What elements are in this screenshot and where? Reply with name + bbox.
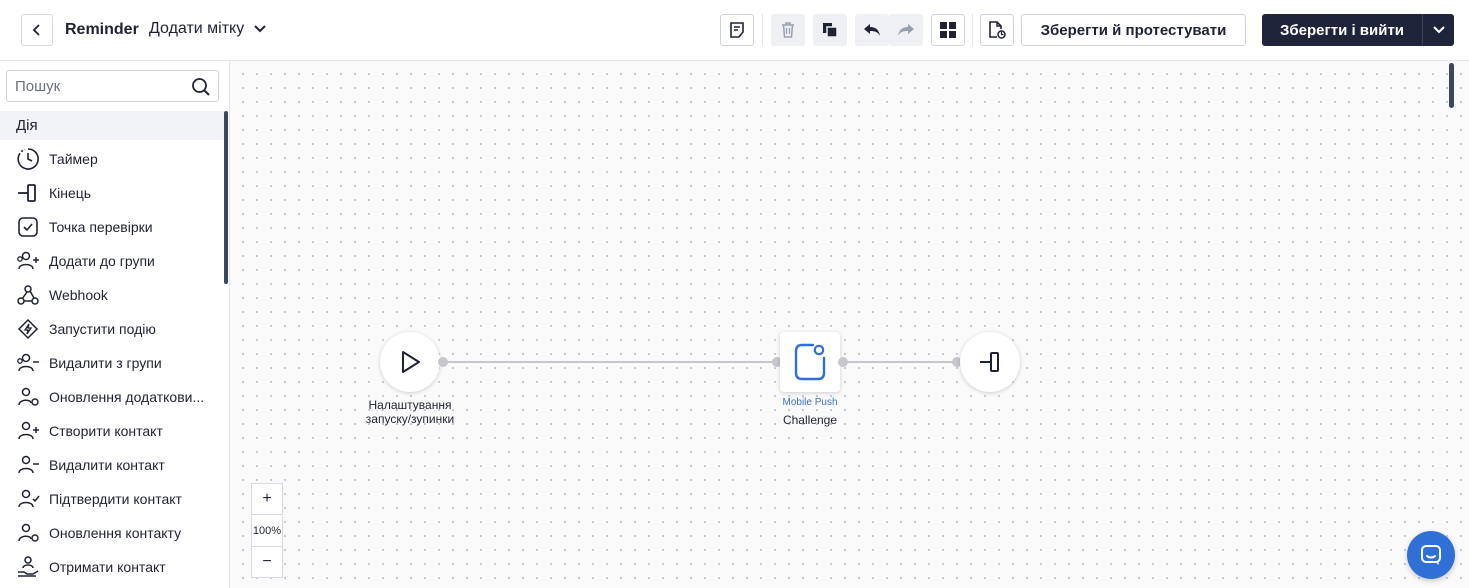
- sidebar-item-remove-from-group[interactable]: Видалити з групи: [0, 346, 222, 380]
- sidebar-item-update-contact[interactable]: Оновлення контакту: [0, 516, 222, 550]
- undo-button[interactable]: [855, 14, 889, 46]
- chat-icon: [1421, 545, 1441, 565]
- save-and-exit-label: Зберегти і вийти: [1279, 21, 1405, 39]
- redo-button[interactable]: [889, 14, 923, 46]
- zoom-out-button[interactable]: −: [251, 546, 283, 578]
- sidebar-item-delete-contact[interactable]: Видалити контакт: [0, 448, 222, 482]
- document-refresh-icon: [989, 21, 1006, 39]
- start-node-label: Налаштування запуску/зупинки: [365, 398, 455, 426]
- search-box: [6, 70, 219, 102]
- sidebar-item-label: Додати до групи: [49, 253, 155, 269]
- actions-sidebar: Дія Таймер Кінець Точка перевірки Додати…: [0, 61, 230, 588]
- zoom-in-button[interactable]: +: [251, 483, 283, 515]
- sidebar-item-label: Створити контакт: [49, 423, 163, 439]
- chat-widget-button[interactable]: [1407, 531, 1455, 579]
- notes-button[interactable]: [720, 14, 754, 46]
- add-tag-label: Додати мітку: [149, 20, 245, 37]
- copy-icon: [823, 23, 838, 38]
- search-icon[interactable]: [191, 77, 211, 97]
- create-contact-icon: [18, 421, 39, 440]
- delete-button[interactable]: [771, 14, 805, 46]
- sidebar-item-label: Кінець: [49, 185, 92, 201]
- sidebar-scrollbar[interactable]: [224, 111, 228, 284]
- section-header-action: Дія: [0, 111, 224, 140]
- undo-icon: [864, 24, 880, 36]
- mobile-push-icon: [794, 343, 826, 381]
- checkpoint-icon: [18, 217, 38, 237]
- add-tag-dropdown[interactable]: Додати мітку: [149, 20, 266, 38]
- edge-push-to-end: [843, 361, 957, 363]
- sidebar-item-label: Підтвердити контакт: [49, 491, 182, 507]
- push-node-name: Challenge: [782, 413, 838, 427]
- zoom-level: 100%: [251, 516, 283, 546]
- sidebar-item-label: Точка перевірки: [49, 219, 153, 235]
- history-button[interactable]: [980, 14, 1014, 46]
- sidebar-item-label: Запустити подію: [49, 321, 156, 337]
- canvas-scrollbar[interactable]: [1449, 63, 1454, 108]
- sidebar-item-trigger-event[interactable]: Запустити подію: [0, 312, 222, 346]
- update-contact-icon: [18, 523, 39, 542]
- sidebar-item-label: Оновлення контакту: [49, 525, 182, 541]
- add-to-group-icon: [17, 251, 39, 270]
- mobile-push-node[interactable]: [780, 332, 840, 392]
- sidebar-item-label: Отримати контакт: [49, 559, 166, 575]
- sidebar-item-label: Webhook: [49, 287, 108, 303]
- workflow-title: Reminder: [65, 21, 139, 38]
- timer-icon: [17, 148, 39, 170]
- push-node-type: Mobile Push: [782, 397, 838, 408]
- save-options-dropdown[interactable]: [1422, 14, 1454, 46]
- confirm-contact-icon: [18, 489, 40, 508]
- start-node[interactable]: [380, 332, 440, 392]
- remove-from-group-icon: [17, 353, 39, 372]
- sidebar-item-checkpoint[interactable]: Точка перевірки: [0, 210, 222, 244]
- start-node-output-port[interactable]: [438, 357, 448, 367]
- top-bar: Reminder Додати мітку Зберегти й протест…: [0, 0, 1469, 61]
- grid-icon: [940, 22, 956, 38]
- end-icon: [980, 352, 999, 372]
- chevron-down-icon: [254, 25, 266, 33]
- edge-start-to-push: [443, 361, 777, 363]
- sidebar-item-confirm-contact[interactable]: Підтвердити контакт: [0, 482, 222, 516]
- copy-button[interactable]: [813, 14, 847, 46]
- sidebar-item-webhook[interactable]: Webhook: [0, 278, 222, 312]
- sidebar-item-label: Видалити контакт: [49, 457, 165, 473]
- layout-button[interactable]: [931, 14, 965, 46]
- sidebar-item-label: Оновлення додаткови...: [49, 389, 205, 405]
- sidebar-item-create-contact[interactable]: Створити контакт: [0, 414, 222, 448]
- chevron-down-icon: [1432, 26, 1445, 34]
- save-and-test-button[interactable]: Зберегти й протестувати: [1021, 14, 1246, 46]
- save-and-exit-button[interactable]: Зберегти і вийти: [1262, 14, 1454, 46]
- search-input[interactable]: [7, 71, 187, 101]
- chevron-left-icon: [32, 24, 40, 36]
- sidebar-item-timer[interactable]: Таймер: [0, 142, 222, 176]
- trash-icon: [782, 22, 794, 38]
- sidebar-item-label: Таймер: [49, 151, 98, 167]
- update-extra-icon: [18, 387, 39, 406]
- get-contact-icon: [18, 556, 39, 577]
- trigger-event-icon: [17, 318, 39, 340]
- play-icon: [402, 351, 420, 373]
- sidebar-item-get-contact[interactable]: Отримати контакт: [0, 550, 222, 584]
- sidebar-item-add-to-group[interactable]: Додати до групи: [0, 244, 222, 278]
- end-icon: [18, 184, 36, 202]
- workflow-canvas[interactable]: Налаштування запуску/зупинки Mobile Push…: [230, 61, 1469, 588]
- sidebar-item-update-extra[interactable]: Оновлення додаткови...: [0, 380, 222, 414]
- redo-icon: [898, 24, 914, 36]
- webhook-icon: [17, 285, 39, 305]
- back-button[interactable]: [21, 14, 53, 46]
- note-icon: [730, 22, 744, 38]
- delete-contact-icon: [18, 455, 39, 474]
- sidebar-item-end[interactable]: Кінець: [0, 176, 222, 210]
- end-node[interactable]: [960, 332, 1020, 392]
- push-node-output-port[interactable]: [838, 357, 848, 367]
- sidebar-item-label: Видалити з групи: [49, 355, 162, 371]
